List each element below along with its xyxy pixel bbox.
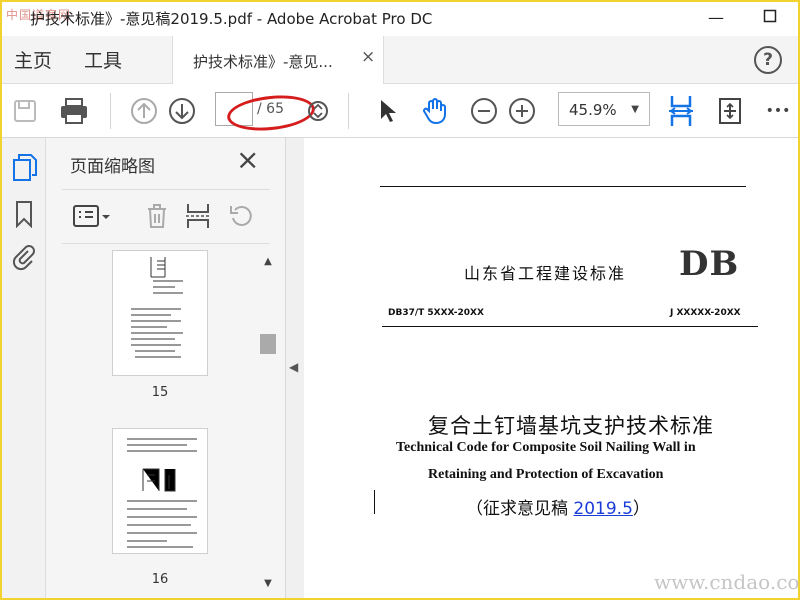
standard-category: 山东省工程建设标准: [464, 264, 627, 283]
panel-close-button[interactable]: ×: [236, 146, 259, 174]
help-button[interactable]: ?: [754, 46, 782, 74]
scroll-down-arrow[interactable]: ▼: [260, 576, 276, 592]
record-code: J XXXXX-20XX: [670, 308, 741, 318]
thumbnail-scrollbar[interactable]: ▲ ▼: [260, 254, 276, 592]
cursor-icon: [381, 100, 396, 122]
zoom-out-button[interactable]: [468, 94, 500, 128]
main-toolbar: / 65 45.9% ▼ •••: [2, 84, 798, 138]
copy-pages-icon: [13, 154, 37, 181]
window-title: 护技术标准》-意见稿2019.5.pdf - Adobe Acrobat Pro…: [30, 10, 433, 28]
trash-icon: [148, 204, 166, 228]
thumbnail-toolbar: [62, 198, 270, 234]
title-bar: 中国道客网 护技术标准》-意见稿2019.5.pdf - Adobe Acrob…: [2, 2, 798, 34]
navigation-rail: [2, 138, 46, 598]
minimize-button[interactable]: —: [702, 6, 730, 30]
subtitle-prefix: （征求意见稿: [466, 499, 574, 519]
print-button[interactable]: [56, 94, 92, 128]
plus-circle-icon: [509, 98, 535, 124]
rotate-view-button[interactable]: [714, 94, 746, 128]
page-preview: [127, 438, 197, 548]
options-list-icon: [73, 205, 110, 227]
db-mark: DB: [679, 244, 740, 284]
arrow-down-circle-icon: [169, 98, 195, 124]
nav-tools[interactable]: 工具: [84, 46, 122, 73]
site-watermark: www.cndao.com: [654, 570, 800, 594]
scroll-up-arrow[interactable]: ▲: [260, 254, 276, 270]
nav-home[interactable]: 主页: [14, 46, 52, 73]
panel-divider: [62, 189, 270, 190]
standard-code: DB37/T 5XXX-20XX: [388, 308, 484, 318]
up-down-circle-icon: [308, 101, 328, 121]
document-subtitle: （征求意见稿 2019.5）: [466, 494, 650, 519]
document-title-en-line1: Technical Code for Composite Soil Nailin…: [396, 440, 696, 455]
chevron-down-icon: ▼: [631, 104, 639, 115]
scrollbar-thumb[interactable]: [260, 334, 276, 354]
printer-icon: [61, 98, 87, 124]
header-rule: [382, 326, 758, 327]
tab-bar: 主页 工具 护技术标准》-意见... × ?: [2, 36, 798, 84]
page-fit-icon: [719, 98, 741, 124]
zoom-select[interactable]: 45.9% ▼: [558, 92, 650, 126]
page-thumbnails-panel: 页面缩略图 × 15 16 ▲ ▼: [46, 138, 286, 598]
rotate-page-button[interactable]: [228, 202, 254, 234]
attachments-tab[interactable]: [12, 242, 36, 276]
panel-divider: [62, 243, 270, 244]
page-thumbnail-16[interactable]: [112, 428, 208, 554]
fit-page-icon: [669, 96, 693, 126]
page-thumbnails-tab[interactable]: [12, 152, 38, 186]
collapse-panel-icon[interactable]: ◀: [289, 360, 298, 374]
document-title-cn: 复合土钉墙基坑支护技术标准: [428, 414, 714, 438]
thumbnail-options-button[interactable]: [72, 202, 114, 234]
select-tool-button[interactable]: [372, 94, 402, 128]
paperclip-icon: [12, 245, 35, 271]
page-preview: [131, 257, 183, 358]
page-stepper-button[interactable]: [306, 94, 330, 128]
save-button[interactable]: [10, 94, 40, 128]
split-icon: [186, 204, 210, 228]
panel-title: 页面缩略图: [70, 157, 155, 177]
maximize-icon: [763, 9, 777, 23]
previous-page-button[interactable]: [128, 94, 160, 128]
bookmarks-tab[interactable]: [14, 200, 34, 232]
draft-date-link[interactable]: 2019.5: [573, 499, 632, 519]
scroll-mode-button[interactable]: [664, 94, 698, 128]
minus-circle-icon: [471, 98, 497, 124]
delete-page-button[interactable]: [144, 202, 170, 234]
zoom-in-button[interactable]: [506, 94, 538, 128]
toolbar-divider: [110, 93, 111, 129]
panel-splitter[interactable]: ◀: [286, 138, 304, 598]
document-page: 山东省工程建设标准 DB DB37/T 5XXX-20XX J XXXXX-20…: [304, 138, 798, 598]
zoom-value: 45.9%: [569, 101, 617, 119]
next-page-button[interactable]: [166, 94, 198, 128]
top-rule: [380, 186, 746, 187]
page-thumbnail-15[interactable]: [112, 250, 208, 376]
arrow-up-circle-icon: [131, 98, 157, 124]
maximize-button[interactable]: [756, 6, 784, 30]
document-tab-label: 护技术标准》-意见...: [193, 53, 333, 71]
document-tab[interactable]: 护技术标准》-意见... ×: [172, 36, 384, 84]
tab-close-button[interactable]: ×: [361, 47, 375, 67]
hand-tool-button[interactable]: [418, 94, 452, 128]
more-tools-button[interactable]: •••: [762, 94, 794, 128]
thumbnail-page-number: 16: [151, 572, 169, 587]
toolbar-divider: [348, 93, 349, 129]
document-title-en-line2: Retaining and Protection of Excavation: [428, 467, 664, 482]
split-page-button[interactable]: [184, 202, 212, 234]
rotate-icon: [230, 205, 252, 226]
subtitle-suffix: ）: [632, 499, 650, 519]
hand-icon: [423, 98, 446, 125]
save-icon: [14, 100, 36, 122]
text-cursor: [374, 490, 375, 514]
bookmark-icon: [16, 201, 32, 229]
thumbnail-page-number: 15: [151, 385, 169, 400]
